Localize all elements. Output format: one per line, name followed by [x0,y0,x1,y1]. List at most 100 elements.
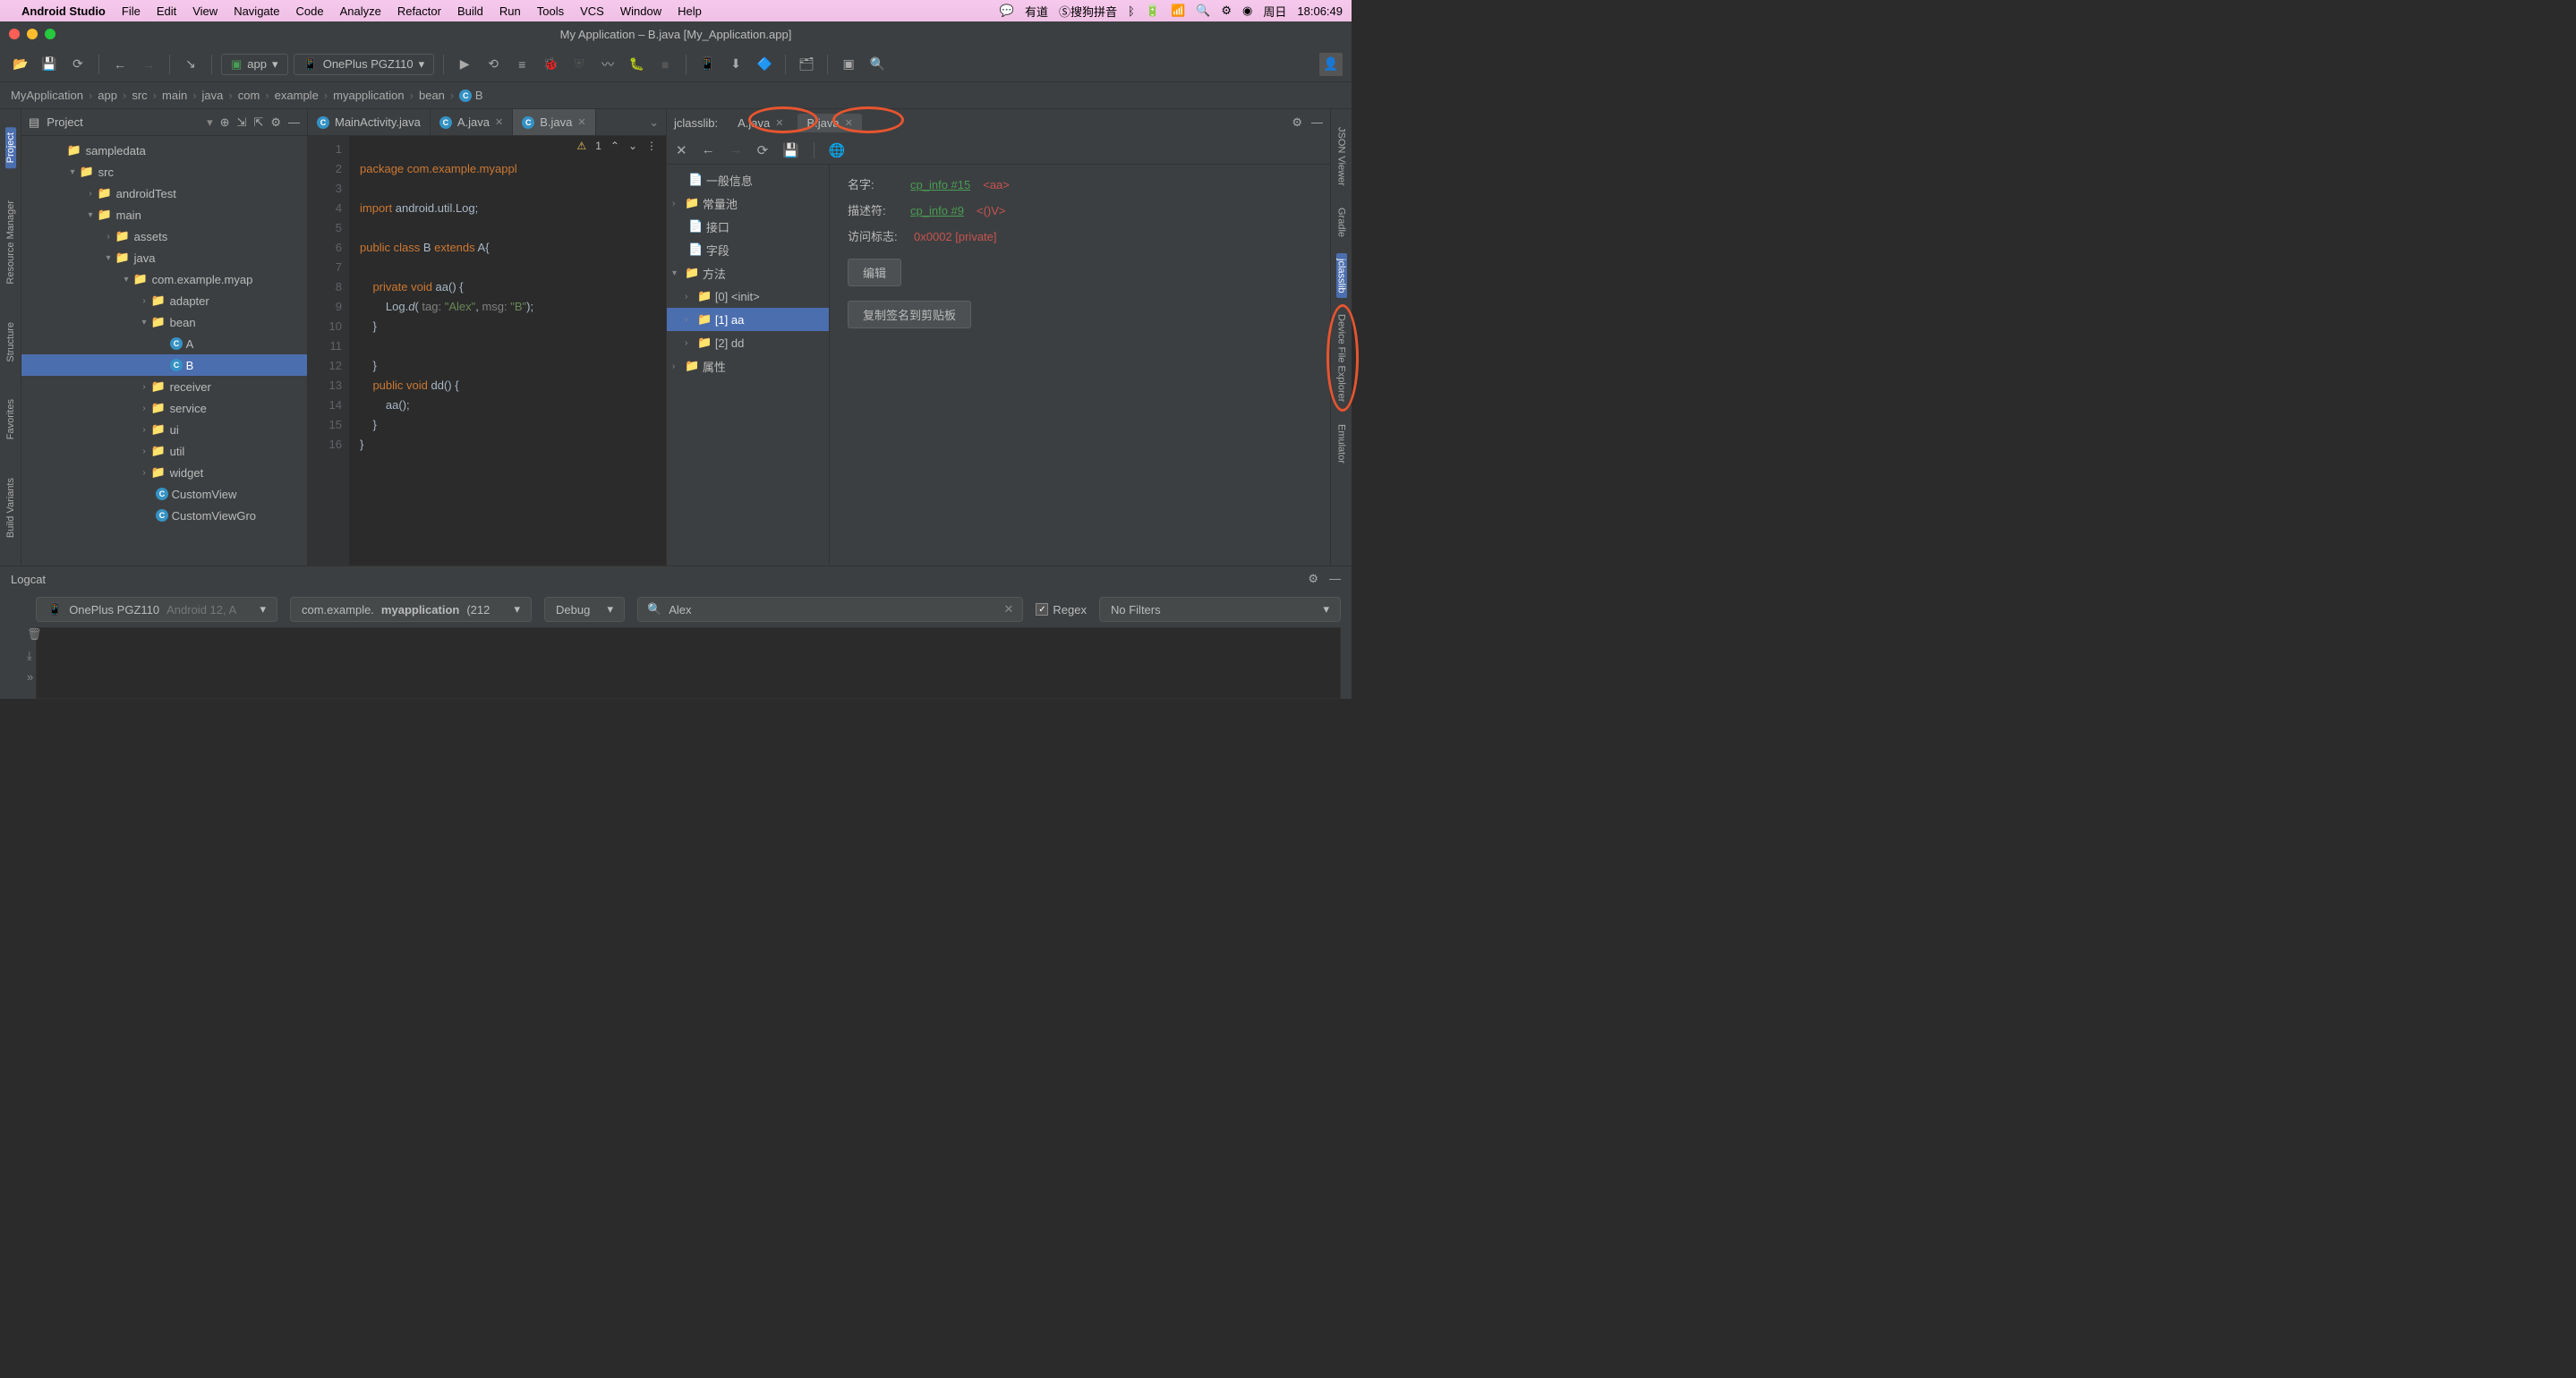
warning-icon[interactable]: ⚠ [576,140,586,152]
control-center-icon[interactable]: ⚙ [1221,4,1232,18]
tab-mainactivity[interactable]: CMainActivity.java [308,109,431,135]
detail-name-link[interactable]: cp_info #15 [910,178,970,191]
tree-bean[interactable]: bean [170,316,196,329]
apply-changes-icon[interactable]: ⟲ [482,53,505,76]
menu-analyze[interactable]: Analyze [340,4,381,18]
stop-icon[interactable]: ■ [653,53,677,76]
profile-icon[interactable]: 〰 [596,53,619,76]
window-minimize-button[interactable] [27,29,38,39]
project-structure-icon[interactable]: 🗂 [795,53,818,76]
sogou-icon[interactable]: Ⓢ 搜狗拼音 [1059,3,1117,20]
window-maximize-button[interactable] [45,29,55,39]
web-icon[interactable]: 🌐 [829,142,846,158]
copy-signature-button[interactable]: 复制签名到剪贴板 [848,301,971,328]
crumb-com[interactable]: com [238,89,260,102]
next-highlight-icon[interactable]: ⌄ [628,140,637,152]
crumb-main[interactable]: main [162,89,187,102]
tree-package[interactable]: com.example.myap [152,273,253,286]
back-icon[interactable]: ← [702,142,715,157]
project-tree[interactable]: 📁 sampledata ▾📁 src ›📁 androidTest ▾📁 ma… [21,136,307,566]
tree-adapter[interactable]: adapter [170,294,209,308]
tool-resource-manager[interactable]: Resource Manager [5,195,16,290]
tool-jclasslib[interactable]: jclasslib [1336,253,1347,299]
crumb-package[interactable]: myapplication [333,89,405,102]
regex-checkbox[interactable]: ✓Regex [1036,603,1087,617]
run-icon[interactable]: ▶ [453,53,476,76]
menu-tools[interactable]: Tools [537,4,564,18]
clock-time[interactable]: 18:06:49 [1297,4,1343,18]
search-everywhere-icon[interactable]: 🔍 [866,53,889,76]
trash-icon[interactable]: 🗑 [27,627,42,642]
logcat-level-combo[interactable]: Debug▾ [544,597,625,622]
close-icon[interactable]: ✕ [495,116,503,128]
bluetooth-icon[interactable]: ᛒ [1128,4,1135,18]
settings-icon[interactable]: ⚙ [270,115,281,130]
tree-ui[interactable]: ui [170,423,179,437]
tool-gradle[interactable]: Gradle [1336,202,1347,242]
layout-inspector-icon[interactable]: ▣ [837,53,860,76]
user-icon[interactable]: 👤 [1319,53,1343,76]
forward-icon[interactable]: → [729,142,743,157]
tool-structure[interactable]: Structure [5,317,16,368]
prev-highlight-icon[interactable]: ⌃ [610,140,619,152]
close-icon[interactable]: ✕ [845,117,853,129]
tool-build-variants[interactable]: Build Variants [5,472,16,543]
refresh-icon[interactable]: ⟳ [757,142,769,158]
hide-icon[interactable]: — [1329,572,1341,586]
jclasslib-tab-b[interactable]: B.java✕ [798,114,861,132]
tree-class-b[interactable]: B [186,359,194,372]
device-combo[interactable]: 📱OnePlus PGZ110▾ [294,54,435,75]
avd-icon[interactable]: 📱 [695,53,719,76]
tree-src[interactable]: src [98,166,114,179]
menu-window[interactable]: Window [620,4,661,18]
logcat-process-combo[interactable]: com.example.myapplication (212▾ [290,597,532,622]
jt-general[interactable]: 一般信息 [706,172,753,189]
crumb-src[interactable]: src [132,89,147,102]
project-panel-title[interactable]: Project [47,115,200,129]
gradle-sync-icon[interactable]: 🔷 [753,53,776,76]
tree-service[interactable]: service [170,402,207,415]
tree-receiver[interactable]: receiver [170,380,211,394]
jt-method-dd[interactable]: [2] dd [715,336,745,350]
tree-util[interactable]: util [170,445,185,458]
tabs-dropdown-icon[interactable]: ⌄ [642,115,666,130]
tool-favorites[interactable]: Favorites [5,394,16,445]
battery-icon[interactable]: 🔋 [1146,4,1160,18]
tree-sampledata[interactable]: sampledata [86,144,146,157]
tree-widget[interactable]: widget [170,466,204,480]
tool-json-viewer[interactable]: JSON Viewer [1336,122,1347,191]
tab-b[interactable]: CB.java✕ [513,109,595,135]
siri-icon[interactable]: ◉ [1242,4,1252,18]
tree-customview[interactable]: CustomView [172,488,237,501]
menu-code[interactable]: Code [296,4,324,18]
menu-navigate[interactable]: Navigate [234,4,279,18]
menu-run[interactable]: Run [499,4,521,18]
jt-interfaces[interactable]: 接口 [706,218,729,235]
jt-fields[interactable]: 字段 [706,242,729,259]
crumb-example[interactable]: example [275,89,319,102]
jclasslib-tab-a[interactable]: A.java✕ [729,114,792,132]
tree-androidtest[interactable]: androidTest [116,187,176,200]
code-editor[interactable]: 12345678910111213141516 package com.exam… [308,136,666,566]
apply-code-icon[interactable]: ≡ [510,53,533,76]
menu-view[interactable]: View [192,4,218,18]
tool-device-file-explorer[interactable]: Device File Explorer [1336,309,1347,407]
gear-icon[interactable]: ⚙ [1292,115,1302,130]
attach-debug-icon[interactable]: 🐛 [625,53,648,76]
gear-icon[interactable]: ⚙ [1308,572,1318,586]
sync-icon[interactable]: ⟳ [66,53,90,76]
logcat-title[interactable]: Logcat [11,573,46,586]
coverage-icon[interactable]: ⛨ [567,53,591,76]
crumb-bean[interactable]: bean [419,89,445,102]
edit-button[interactable]: 编辑 [848,259,901,286]
inspections-icon[interactable]: ⋮ [646,140,657,152]
back-icon[interactable]: ← [108,53,132,76]
scroll-end-icon[interactable]: ⤓ [27,649,42,663]
detail-desc-link[interactable]: cp_info #9 [910,204,964,217]
clear-icon[interactable]: ✕ [1004,602,1014,617]
logcat-search-input[interactable] [669,603,996,617]
jt-method-aa[interactable]: [1] aa [715,313,745,327]
wechat-icon[interactable]: 💬 [1000,4,1014,18]
sdk-icon[interactable]: ⬇ [724,53,747,76]
debug-icon[interactable]: 🐞 [539,53,562,76]
